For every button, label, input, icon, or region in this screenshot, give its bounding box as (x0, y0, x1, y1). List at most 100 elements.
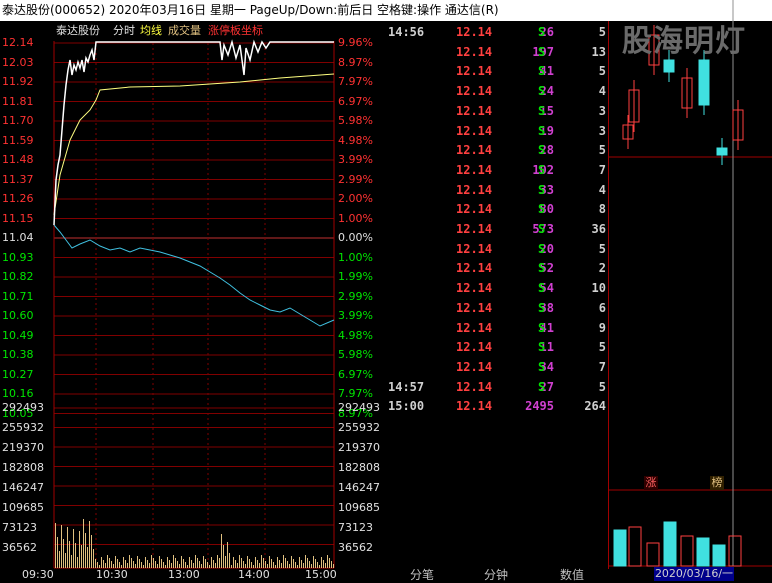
trade-bs: S (538, 261, 546, 276)
trade-tabs: 分笔 分钟 数值 (386, 565, 608, 583)
price-tick: 11.59 (2, 133, 34, 147)
trade-price: 12.14 (456, 241, 493, 256)
trade-price: 12.14 (456, 103, 493, 118)
trade-price: 12.14 (456, 222, 493, 236)
trade-bs: S (538, 103, 546, 118)
trade-row: 12.14 11 S 5 (386, 337, 608, 357)
price-tick: 12.14 (2, 36, 34, 49)
trade-cnt: 9 (598, 320, 606, 335)
trade-row: 12.14 33 S 4 (386, 180, 608, 200)
trade-row: 12.14 41 S 5 (386, 61, 608, 81)
trade-price: 12.14 (456, 379, 493, 394)
percent-tick: 6.97% (338, 367, 373, 381)
trade-bs: S (538, 162, 546, 177)
trade-price: 12.14 (456, 182, 493, 197)
trade-cnt: 5 (598, 25, 606, 39)
volume-tick: 255932 (2, 421, 44, 434)
percent-tick: 2.99% (338, 172, 373, 186)
trade-bs: S (538, 44, 546, 59)
trade-cnt: 13 (591, 44, 606, 59)
trade-row: 12.14 102 S 7 (386, 160, 608, 180)
percent-tick: 9.96% (338, 36, 373, 49)
tab-values[interactable]: 数值 (560, 566, 584, 583)
percent-tick: 0.00% (338, 231, 373, 244)
tab-minutes[interactable]: 分钟 (484, 566, 508, 583)
kline-volume (613, 521, 742, 567)
trade-row: 15:00 12.14 2495 264 (386, 396, 608, 416)
trade-row: 12.14 38 S 6 (386, 298, 608, 318)
price-tick: 11.04 (2, 231, 34, 244)
percent-tick: 1.00% (338, 250, 373, 264)
trade-row: 12.14 34 S 7 (386, 357, 608, 377)
volume-tick: 36562 (2, 541, 37, 554)
trade-price: 12.14 (456, 202, 493, 217)
trade-row: 14:56 12.14 26 S 5 (386, 22, 608, 42)
index-line (53, 224, 335, 327)
trade-bs: S (538, 340, 546, 355)
volume-tick: 109685 (338, 501, 380, 514)
trade-cnt: 10 (591, 281, 606, 296)
trade-price: 12.14 (456, 399, 493, 414)
trade-cnt: 3 (598, 103, 606, 118)
trade-price: 12.14 (456, 300, 493, 315)
percent-tick: 7.97% (338, 75, 373, 88)
tab-minute[interactable]: 分时 (113, 25, 135, 37)
trade-row: 12.14 28 S 5 (386, 140, 608, 160)
percent-tick: 4.98% (338, 133, 373, 147)
trade-price: 12.14 (456, 162, 493, 177)
trade-cnt: 7 (598, 359, 606, 374)
tab-volume[interactable]: 成交量 (168, 25, 201, 37)
time-tick: 09:30 (22, 568, 54, 581)
time-tick: 13:00 (168, 568, 200, 581)
price-tick: 10.93 (2, 250, 34, 264)
trade-row: 12.14 573 S 36 (386, 219, 608, 239)
price-tick: 11.15 (2, 211, 34, 225)
volume-tick: 36562 (338, 541, 373, 554)
kline-volume-bar (646, 542, 660, 567)
volume-tick: 219370 (2, 441, 44, 454)
trade-vol: 2495 (525, 399, 554, 414)
price-tick: 11.26 (2, 192, 34, 205)
trade-price: 12.14 (456, 281, 493, 296)
trade-cnt: 5 (598, 379, 606, 394)
trade-bs: S (538, 143, 546, 158)
trade-row: 12.14 54 S 10 (386, 278, 608, 298)
percent-tick: 8.97% (338, 55, 373, 69)
price-tick: 10.38 (2, 348, 34, 361)
kline-chart[interactable] (609, 0, 772, 583)
trade-time: 14:57 (388, 379, 425, 394)
trade-row: 12.14 15 S 3 (386, 101, 608, 121)
watermark: 股海明灯 (622, 24, 746, 59)
tab-limit-scale[interactable]: 涨停板坐标 (208, 25, 263, 37)
trade-cnt: 4 (598, 182, 606, 197)
trade-cnt: 3 (598, 123, 606, 138)
trade-bs: S (538, 64, 546, 79)
trade-row: 12.14 19 S 3 (386, 121, 608, 141)
trade-cnt: 2 (598, 261, 606, 276)
trade-row: 12.14 24 S 4 (386, 81, 608, 101)
trade-row: 12.14 197 S 13 (386, 42, 608, 62)
window-title: 泰达股份(000652) 2020年03月16日 星期一 PageUp/Down… (2, 3, 499, 17)
tab-ticks[interactable]: 分笔 (410, 566, 434, 583)
trade-cnt: 6 (598, 300, 606, 315)
stock-name-label: 泰达股份 (56, 24, 100, 37)
time-tick: 14:00 (238, 568, 270, 581)
trade-price: 12.14 (456, 25, 493, 39)
volume-tick: 292493 (2, 401, 44, 414)
trade-bs: S (538, 182, 546, 197)
volume-tick: 219370 (338, 441, 380, 454)
trade-bs: S (538, 202, 546, 217)
kline-volume-bar (712, 544, 726, 567)
badge-zhang: 涨 (644, 476, 658, 490)
intraday-chart[interactable] (0, 21, 386, 569)
percent-tick: 5.98% (338, 114, 373, 127)
volume-bars (55, 519, 334, 568)
volume-tick: 73123 (2, 521, 37, 534)
tab-avg[interactable]: 均线 (140, 25, 162, 37)
trade-cnt: 7 (598, 162, 606, 177)
kline-date: 2020/03/16/一 (654, 567, 734, 581)
trade-time: 15:00 (388, 399, 425, 414)
trade-bs: S (538, 281, 546, 296)
price-tick: 11.70 (2, 114, 34, 127)
volume-tick: 146247 (2, 481, 44, 494)
